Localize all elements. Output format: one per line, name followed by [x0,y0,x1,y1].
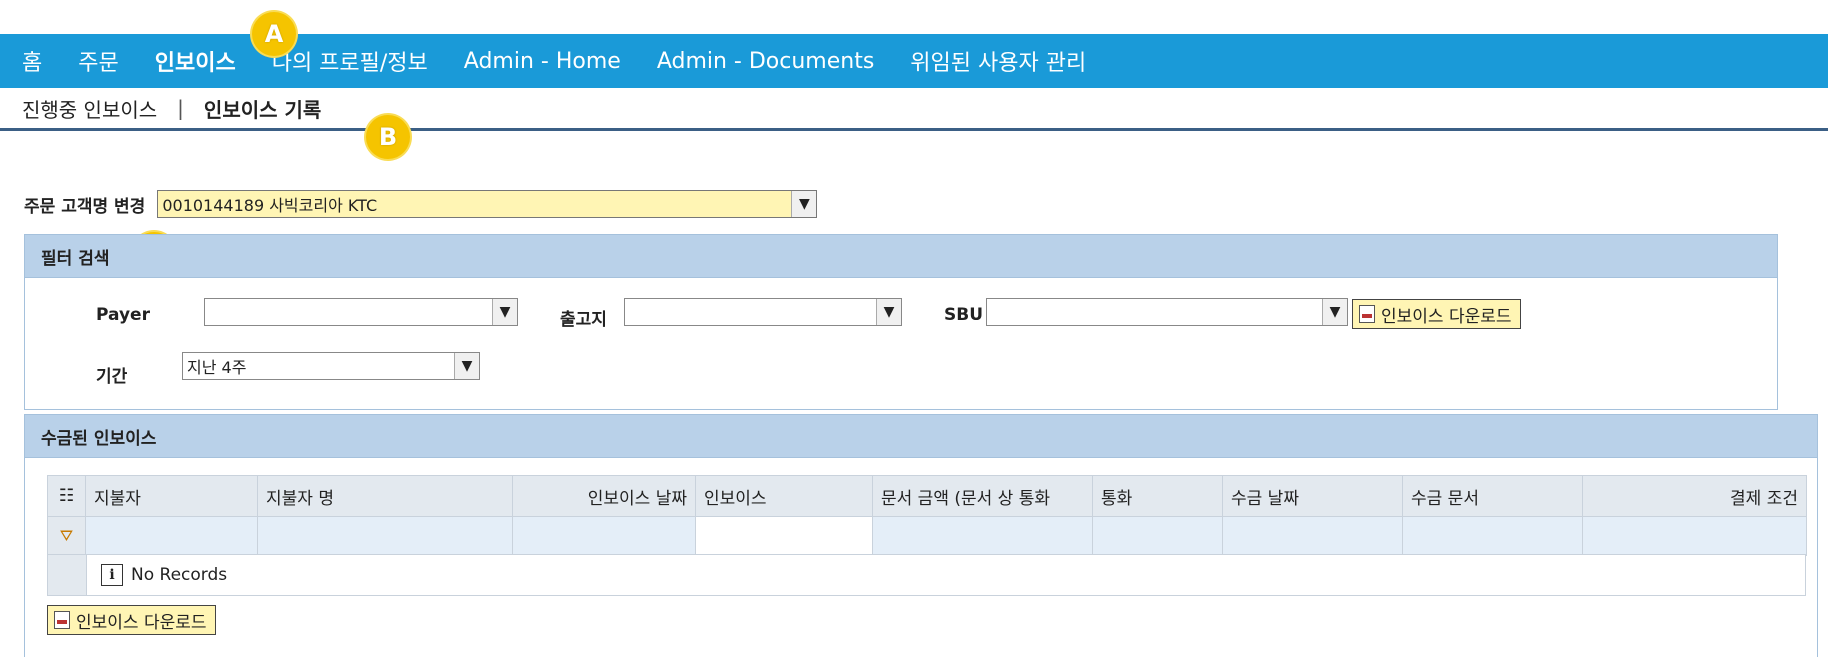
filter-icon[interactable]: ⛛ [47,516,86,556]
column-header-collection-date[interactable]: 수금 날짜 [1222,475,1403,517]
nav-admin-documents[interactable]: Admin - Documents [639,49,892,74]
period-select[interactable]: 지난 4주 ▼ [182,352,480,380]
nav-invoices[interactable]: 인보이스 [137,45,254,77]
column-header-payer[interactable]: 지불자 [85,475,258,517]
filter-cell[interactable] [512,516,696,556]
ship-from-label: 출고지 [560,310,607,330]
collected-invoices-title: 수금된 인보이스 [41,428,157,449]
filter-cell[interactable] [257,516,513,556]
column-header-document-amount[interactable]: 문서 금액 (문서 상 통화 [872,475,1093,517]
ship-from-select[interactable]: ▼ [624,298,902,326]
pdf-icon [1359,305,1375,323]
filter-cell[interactable] [1402,516,1583,556]
chevron-down-icon[interactable]: ▼ [876,299,901,325]
filter-cell[interactable] [1582,516,1807,556]
payer-label: Payer [96,305,150,325]
sub-navigation: 진행중 인보이스 | 인보이스 기록 [0,88,1828,131]
payer-select[interactable]: ▼ [204,298,518,326]
column-header-payment-terms[interactable]: 결제 조건 [1582,475,1807,517]
filter-cell[interactable] [85,516,258,556]
no-records-row: i No Records [47,554,1806,596]
nav-delegated-users[interactable]: 위임된 사용자 관리 [892,45,1104,77]
filter-panel-title: 필터 검색 [41,248,110,269]
no-records-text: No Records [131,565,228,585]
tab-separator: | [177,96,184,120]
info-icon: i [101,564,123,586]
table-filter-row: ⛛ [47,516,1807,556]
chevron-down-icon[interactable]: ▼ [1322,299,1347,325]
filter-cell[interactable] [1092,516,1223,556]
download-invoice-label: 인보이스 다운로드 [1381,306,1512,327]
download-invoice-button-top[interactable]: 인보이스 다운로드 [1352,299,1521,329]
callout-marker-b: B [366,115,410,159]
collected-invoices-header: 수금된 인보이스 [24,414,1818,458]
customer-value: 0010144189 사빅코리아 KTC [162,196,378,215]
sbu-select[interactable]: ▼ [986,298,1348,326]
nav-home[interactable]: 홈 [0,45,60,77]
period-value: 지난 4주 [187,358,247,377]
table-header-row: ☷ 지불자 지불자 명 인보이스 날짜 인보이스 문서 금액 (문서 상 통화 … [47,475,1807,517]
filter-cell[interactable] [1222,516,1403,556]
nav-admin-home[interactable]: Admin - Home [446,49,639,74]
callout-marker-a: A [252,12,296,56]
chevron-down-icon[interactable]: ▼ [454,353,479,379]
sbu-label: SBU [944,305,984,325]
download-invoice-label: 인보이스 다운로드 [76,612,207,633]
column-header-payer-name[interactable]: 지불자 명 [257,475,513,517]
customer-row: 주문 고객명 변경 0010144189 사빅코리아 KTC ▼ [24,190,818,218]
download-invoice-button-bottom[interactable]: 인보이스 다운로드 [47,605,216,635]
chevron-down-icon[interactable]: ▼ [492,299,517,325]
filter-cell[interactable] [872,516,1093,556]
chevron-down-icon[interactable]: ▼ [791,191,817,217]
customer-label: 주문 고객명 변경 [24,196,146,217]
nav-orders[interactable]: 주문 [60,45,136,77]
column-header-invoice[interactable]: 인보이스 [695,475,873,517]
column-header-collection-document[interactable]: 수금 문서 [1402,475,1583,517]
column-header-invoice-date[interactable]: 인보이스 날짜 [512,475,696,517]
column-header-currency[interactable]: 통화 [1092,475,1223,517]
row-lead-cell [48,555,87,595]
tab-invoice-history[interactable]: 인보이스 기록 [184,94,321,123]
pdf-icon [54,611,70,629]
filter-panel-header: 필터 검색 [24,234,1778,278]
invoice-table: ☷ 지불자 지불자 명 인보이스 날짜 인보이스 문서 금액 (문서 상 통화 … [47,475,1807,556]
filter-cell[interactable] [695,516,873,556]
customer-select[interactable]: 0010144189 사빅코리아 KTC ▼ [157,190,818,218]
column-settings-icon[interactable]: ☷ [47,475,86,517]
period-label: 기간 [96,367,128,387]
tab-open-invoices[interactable]: 진행중 인보이스 [0,94,157,123]
